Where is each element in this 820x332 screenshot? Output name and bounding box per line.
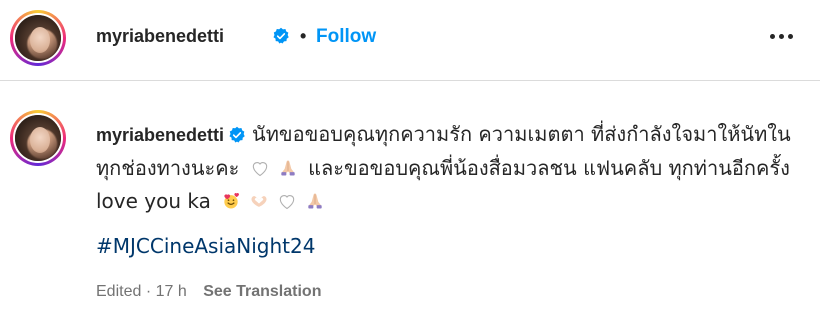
avatar-border — [13, 113, 63, 163]
avatar-photo — [15, 115, 61, 161]
avatar-border — [13, 13, 63, 63]
profile-avatar[interactable] — [10, 10, 66, 66]
white-heart-icon — [280, 195, 295, 210]
post-header: myriabenedetti • Follow — [0, 0, 820, 76]
header-username[interactable]: myriabenedetti — [96, 26, 224, 47]
header-divider — [0, 80, 820, 81]
verified-badge-icon — [229, 126, 245, 143]
folded-hands-icon — [281, 160, 295, 176]
avatar-photo — [15, 15, 61, 61]
folded-hands-icon — [308, 193, 322, 209]
caption-meta: Edited · 17 h See Translation — [96, 283, 321, 301]
edited-label: Edited — [96, 283, 142, 300]
separator-dot: • — [300, 26, 307, 46]
see-translation-button[interactable]: See Translation — [203, 283, 321, 300]
caption-text: myriabenedetti นัทขอขอบคุณทุกความรัก ควา… — [96, 118, 796, 218]
caption-username[interactable]: myriabenedetti — [96, 125, 224, 145]
meta-separator: · — [145, 283, 152, 300]
timestamp[interactable]: 17 h — [156, 283, 187, 300]
caption-avatar[interactable] — [10, 110, 66, 166]
smiling-face-with-hearts-icon — [224, 193, 240, 209]
more-options-icon[interactable] — [766, 24, 798, 48]
heart-hands-icon — [251, 196, 267, 207]
white-heart-icon — [252, 162, 267, 177]
hashtag-link[interactable]: #MJCCineAsiaNight24 — [96, 234, 315, 258]
follow-button[interactable]: Follow — [316, 26, 376, 48]
verified-badge-icon — [273, 27, 289, 44]
